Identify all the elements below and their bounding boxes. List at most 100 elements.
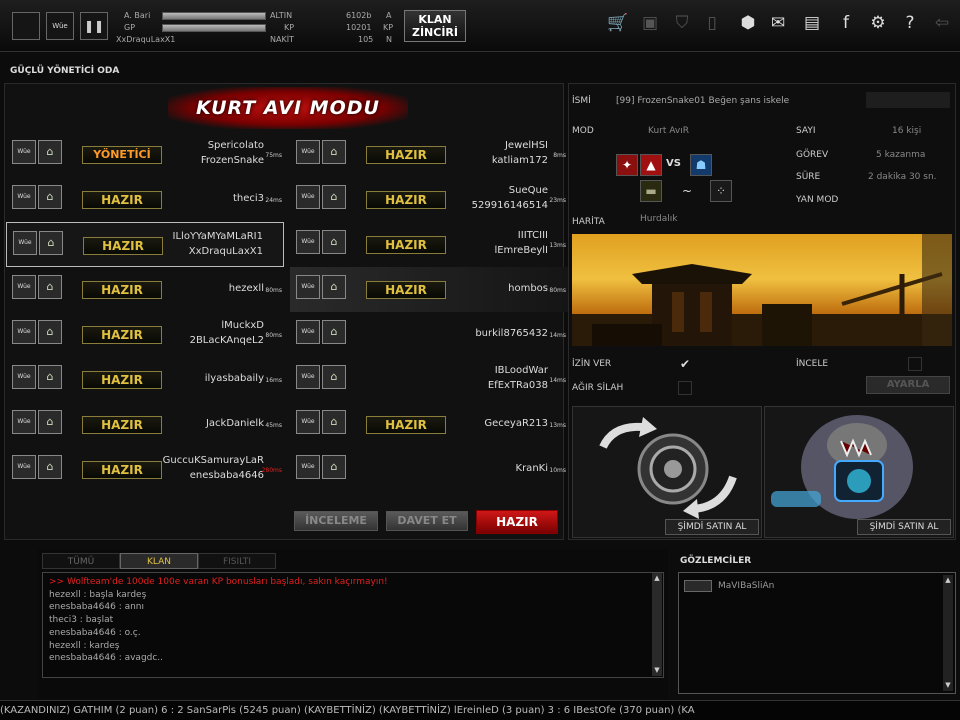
player-name-top: IIITCIII — [517, 230, 548, 241]
ready-status-badge: HAZIR — [82, 371, 162, 389]
player-slot[interactable]: Wüe ⌂ HAZIR SueQue 529916146514 23ms — [290, 177, 568, 222]
mode-label: MOD — [572, 126, 594, 136]
help-icon[interactable]: ? — [898, 11, 922, 35]
clan-chain-line2: ZİNCİRİ — [411, 26, 458, 39]
room-name-box — [866, 92, 950, 108]
scroll-down-icon[interactable]: ▼ — [944, 681, 952, 689]
kp-value: 10201 — [346, 23, 372, 32]
observers-title: GÖZLEMCİLER — [680, 556, 752, 566]
ready-button[interactable]: HAZIR — [476, 510, 558, 534]
ping-number: 24 — [265, 197, 274, 204]
ping-value: 16ms — [265, 377, 282, 384]
gear-icon[interactable]: ⚙ — [866, 11, 890, 35]
player-slot[interactable]: Wüe ⌂ HAZIR JackDanielk 45ms — [6, 402, 284, 447]
ready-status-badge: HAZIR — [82, 281, 162, 299]
clan-chain-button[interactable]: KLAN ZİNCİRİ — [404, 10, 466, 42]
ping-unit: ms — [557, 242, 566, 249]
player-name: JackDanielk — [205, 418, 264, 429]
ping-unit: ms — [557, 467, 566, 474]
player-slot[interactable]: Wüe ⌂ HAZIR hezexll 80ms — [6, 267, 284, 312]
map-value: Hurdalık — [640, 214, 678, 224]
rank-icon[interactable]: ❚❚ — [80, 12, 108, 40]
weapon-badge-icon: Wüe — [12, 140, 36, 164]
player-slot[interactable]: Wüe ⌂ HAZIR ilyasbabaily 16ms — [6, 357, 284, 402]
player-name-top: JewelHSI — [504, 140, 548, 151]
player-name: lEmreBeylI — [494, 245, 548, 256]
weapon-icon[interactable]: Wüe — [46, 12, 74, 40]
player-slot[interactable]: Wüe ⌂ YÖNETİCİ Spericolato FrozenSnake 75ms — [6, 132, 284, 177]
rank-icon: ⌂ — [322, 365, 346, 389]
ping-number: 80 — [265, 287, 274, 294]
player-name: ilyasbabaily — [204, 373, 264, 384]
ping-number: 75 — [265, 152, 274, 159]
player-slot[interactable]: Wüe ⌂ IBLoodWar EfExTRa038 14ms — [290, 357, 568, 402]
rank-icon: ⌂ — [38, 455, 62, 479]
player-names: JackDanielk — [206, 416, 264, 431]
observer-name: MaVIBaSliAn — [718, 581, 775, 591]
chat-line: hezexll : kardeş — [49, 640, 120, 651]
player-slot[interactable]: Wüe ⌂ HAZIR hombos 80ms — [290, 267, 568, 312]
player-names: SueQue 529916146514 — [472, 183, 548, 213]
observer-item[interactable]: MaVIBaSliAn — [684, 578, 774, 594]
back-arrow-icon[interactable]: ⇦ — [930, 11, 954, 35]
ready-status-badge: HAZIR — [366, 191, 446, 209]
rank-icon: ⌂ — [322, 275, 346, 299]
ping-number: 16 — [265, 377, 274, 384]
player-slot[interactable]: Wüe ⌂ HAZIR ILloYYaMYaMLaRI1 XxDraquLaxX1 — [6, 222, 284, 267]
invite-button[interactable]: DAVET ET — [386, 511, 468, 531]
player-names: IBLoodWar EfExTRa038 — [488, 363, 548, 393]
scroll-up-icon[interactable]: ▲ — [653, 574, 661, 582]
player-slot[interactable]: Wüe ⌂ HAZIR GuccuKSamurayLaR enesbaba4646 280… — [6, 447, 284, 492]
player-slot[interactable]: Wüe ⌂ KranKi 10ms — [290, 447, 568, 492]
weapon-badge-icon: Wüe — [12, 185, 36, 209]
system-message: >> Wolfteam'de 100de 100e varan KP bonus… — [49, 577, 388, 587]
player-names: hezexll — [229, 281, 264, 296]
weapon-badge-icon: Wüe — [12, 410, 36, 434]
allow-checkbox[interactable]: ✔ — [678, 357, 692, 371]
buy-now-button-1[interactable]: ŞİMDİ SATIN AL — [665, 519, 759, 535]
settings-button[interactable]: AYARLA — [866, 376, 950, 394]
shield-icon[interactable]: ⛉ — [670, 11, 694, 35]
ready-status-badge: HAZIR — [83, 237, 163, 255]
tab-whisper[interactable]: FISILTI — [198, 553, 276, 569]
ready-status-badge: HAZIR — [366, 281, 446, 299]
mail-icon[interactable]: ✉ — [766, 11, 790, 35]
player-names: burkil8765432 — [475, 326, 548, 341]
map-illustration — [572, 234, 952, 346]
friends-icon[interactable]: ▤ — [800, 11, 824, 35]
wolf-team-icon: ✦ — [616, 154, 638, 176]
weapon-badge-icon: Wüe — [296, 140, 320, 164]
stat-label-name: A. Bari — [124, 11, 151, 20]
ready-status-badge: HAZIR — [366, 416, 446, 434]
scroll-down-icon[interactable]: ▼ — [653, 666, 661, 674]
player-name: enesbaba4646 — [189, 470, 264, 481]
player-slot[interactable]: Wüe ⌂ HAZIR theci3 24ms — [6, 177, 284, 222]
player-slot[interactable]: Wüe ⌂ burkil8765432 14ms — [290, 312, 568, 357]
scroll-up-icon[interactable]: ▲ — [944, 576, 952, 584]
rank-icon: ⌂ — [322, 185, 346, 209]
book-icon[interactable]: ▯ — [700, 11, 724, 35]
inspect-checkbox[interactable] — [908, 357, 922, 371]
cube-icon[interactable]: ⬢ — [736, 11, 760, 35]
rank-icon: ⌂ — [322, 410, 346, 434]
player-slot[interactable]: Wüe ⌂ HAZIR IIITCIII lEmreBeylI 13ms — [290, 222, 568, 267]
player-slot[interactable]: Wüe ⌂ HAZIR JewelHSI katliam172 8ms — [290, 132, 568, 177]
player-slot[interactable]: Wüe ⌂ HAZIR GeceyaR213 13ms — [290, 402, 568, 447]
bag-icon[interactable]: ▣ — [638, 11, 662, 35]
buy-now-button-2[interactable]: ŞİMDİ SATIN AL — [857, 519, 951, 535]
exp-bar — [162, 12, 266, 20]
player-slot[interactable]: Wüe ⌂ HAZIR lMuckxD 2BLacKAnqeL2 80ms — [6, 312, 284, 357]
player-names: Spericolato FrozenSnake — [201, 138, 264, 168]
tab-clan[interactable]: KLAN — [120, 553, 198, 569]
player-names: ILloYYaMYaMLaRI1 XxDraquLaxX1 — [173, 229, 263, 259]
cart-icon[interactable]: 🛒 — [606, 11, 630, 35]
heavy-weapon-checkbox[interactable] — [678, 381, 692, 395]
profile-slot[interactable] — [12, 12, 40, 40]
chat-scrollbar[interactable]: ▲ ▼ — [652, 573, 662, 676]
observers-scrollbar[interactable]: ▲ ▼ — [943, 575, 953, 691]
facebook-icon[interactable]: f — [834, 11, 858, 35]
tab-all[interactable]: TÜMÜ — [42, 553, 120, 569]
weapon-badge-icon: Wüe — [296, 230, 320, 254]
inspect-button[interactable]: İNCELEME — [294, 511, 378, 531]
cash-value: 105 — [358, 35, 374, 44]
